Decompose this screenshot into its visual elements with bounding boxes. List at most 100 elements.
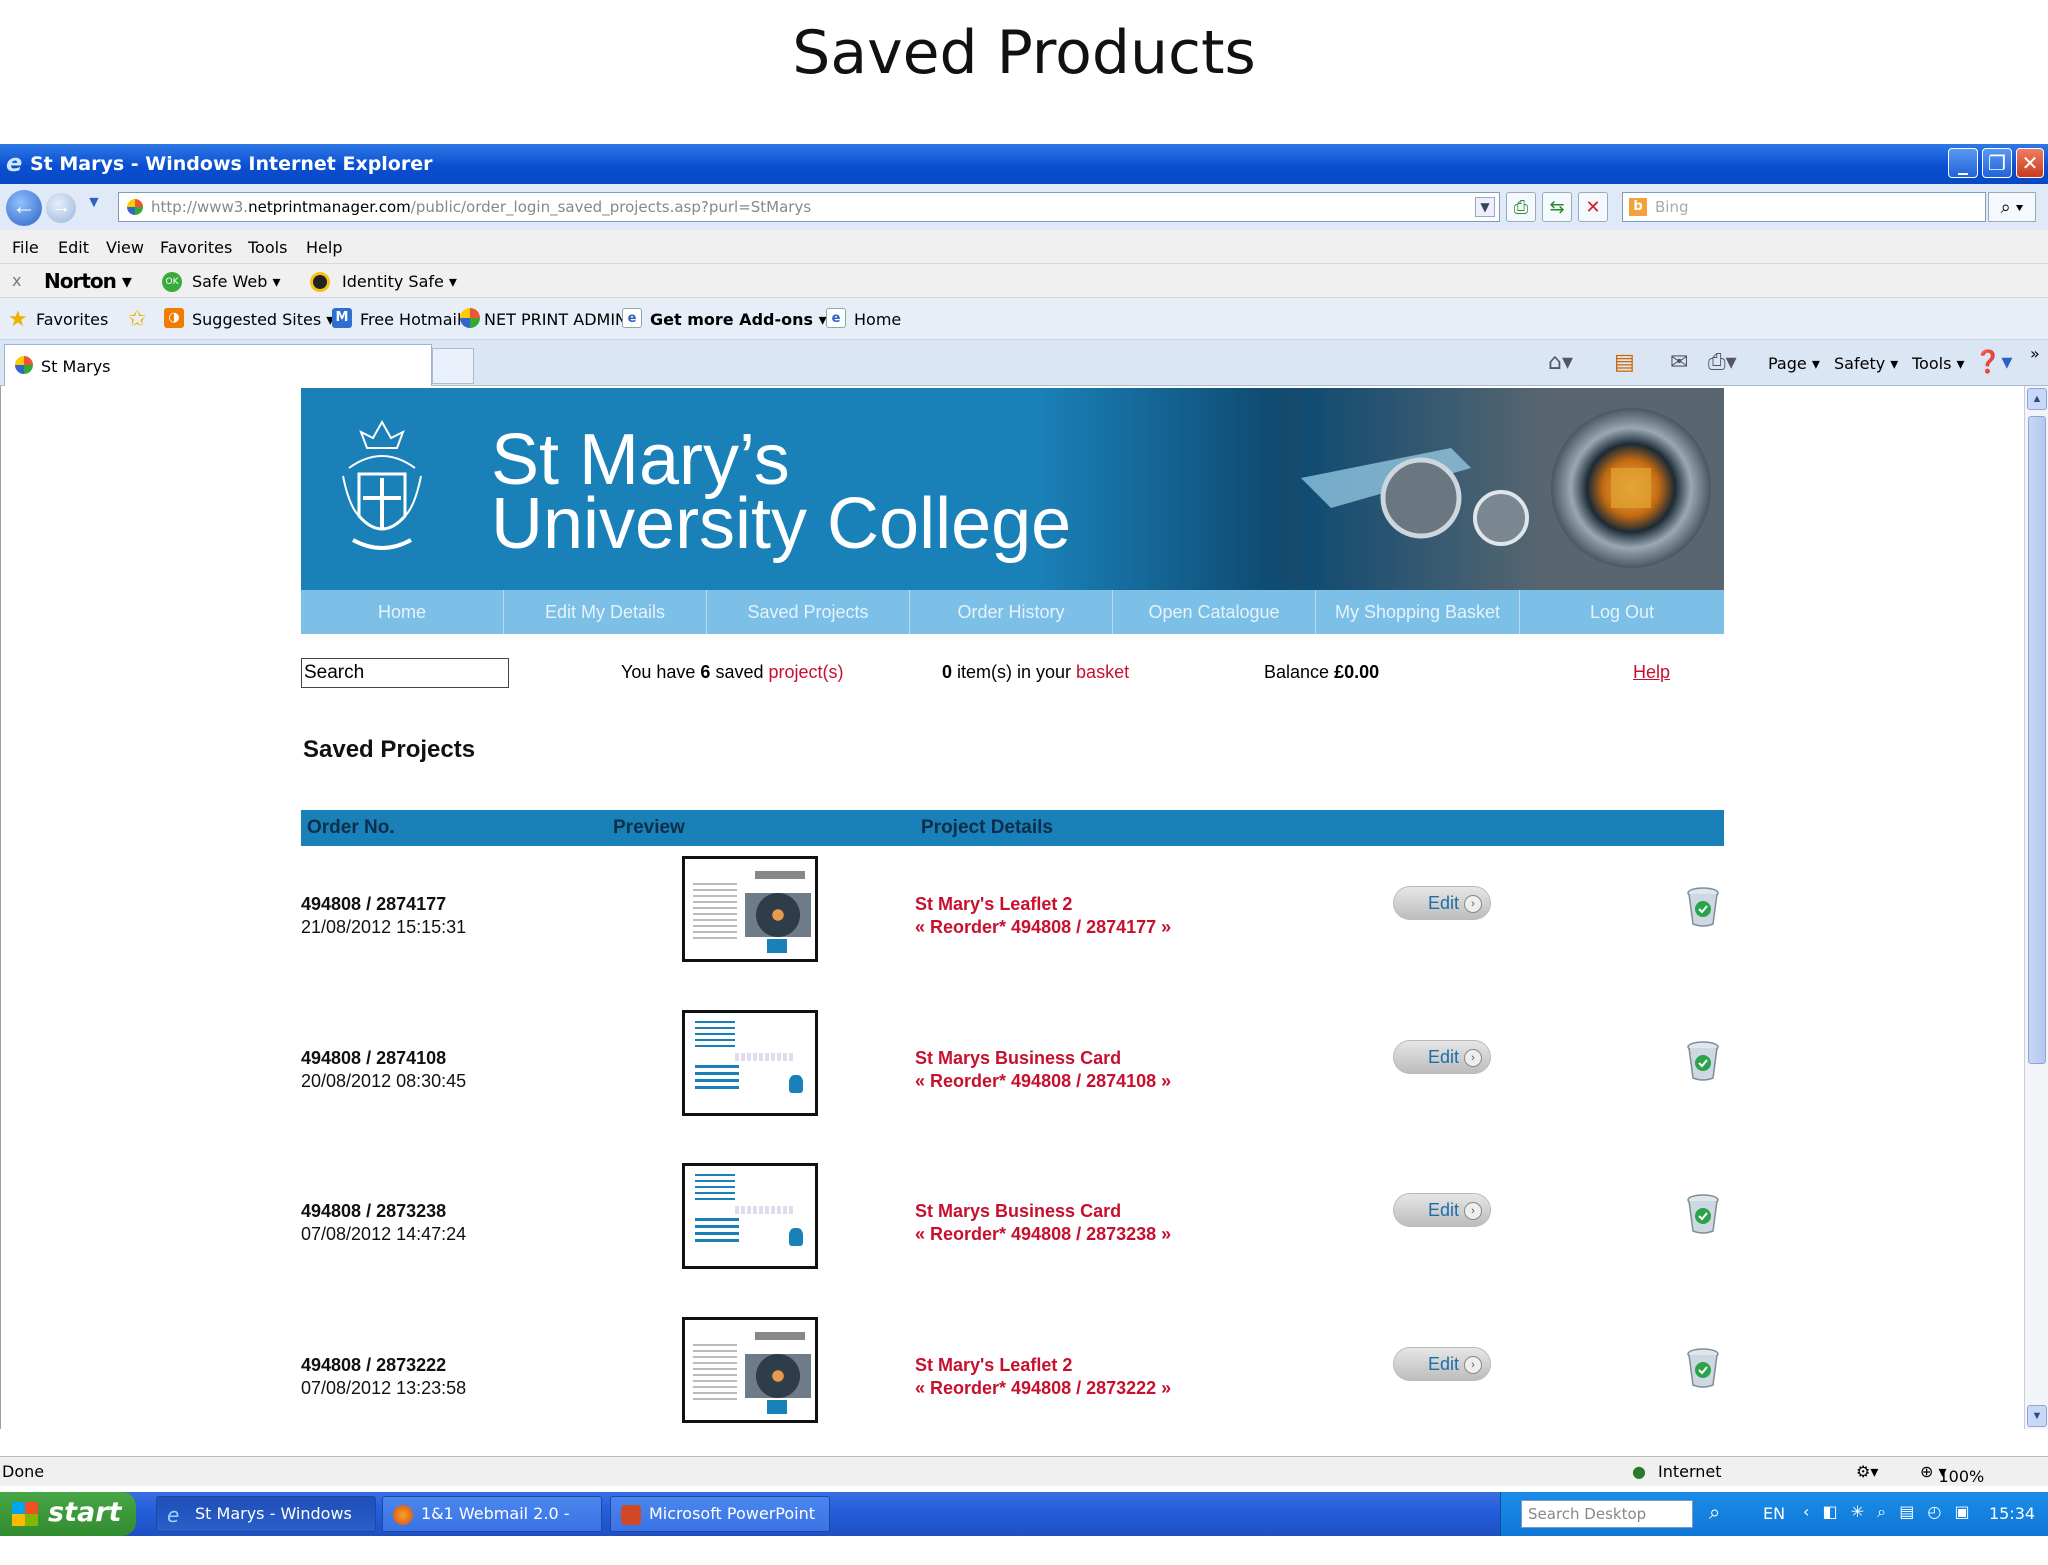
chevron-right-icon: › (1464, 1049, 1482, 1067)
reorder-link[interactable]: « Reorder* 494808 / 2874108 » (915, 1071, 1171, 1092)
compatibility-view-icon[interactable]: ⎙ (1506, 192, 1536, 222)
help-link[interactable]: Help (1633, 662, 1670, 683)
new-tab-button[interactable] (432, 348, 474, 384)
norton-brand: Norton (44, 269, 117, 293)
vertical-scrollbar[interactable]: ▲ ▼ (2024, 386, 2048, 1429)
nav-log-out[interactable]: Log Out (1520, 590, 1724, 634)
address-input[interactable]: http://www3.netprintmanager.com/public/o… (118, 192, 1500, 222)
language-indicator[interactable]: EN (1763, 1504, 1785, 1523)
menu-tools[interactable]: Tools (248, 238, 287, 257)
nav-order-history[interactable]: Order History (910, 590, 1113, 634)
back-button[interactable]: ← (6, 190, 42, 226)
read-mail-icon[interactable]: ✉ (1670, 350, 1688, 375)
bing-search-input[interactable]: b Bing (1622, 192, 1986, 222)
print-icon[interactable]: ⎙▾ (1708, 350, 1737, 375)
minimize-button[interactable]: _ (1948, 148, 1978, 178)
desktop-search-input[interactable]: Search Desktop (1521, 1500, 1693, 1528)
edit-button[interactable]: Edit › (1393, 886, 1491, 920)
task-ie-window[interactable]: e St Marys - Windows I... (156, 1496, 376, 1557)
norton-close-icon[interactable]: x (12, 271, 21, 290)
task-firefox-window[interactable]: 1&1 Webmail 2.0 - M... (382, 1496, 602, 1557)
col-preview: Preview (613, 817, 685, 838)
menu-view[interactable]: View (106, 238, 144, 257)
forward-button[interactable]: → (46, 193, 76, 223)
menu-help[interactable]: Help (306, 238, 342, 257)
project-name-link[interactable]: St Mary's Leaflet 2 (915, 894, 1072, 915)
nav-edit-my-details[interactable]: Edit My Details (504, 590, 707, 634)
refresh-icon[interactable]: ⇆ (1542, 192, 1572, 222)
safe-web-menu[interactable]: Safe Web ▾ (192, 272, 281, 291)
page-menu-label: Page (1768, 354, 1807, 373)
delete-bin-icon[interactable] (1685, 1040, 1721, 1082)
nav-home[interactable]: Home (301, 590, 504, 634)
menu-edit[interactable]: Edit (58, 238, 89, 257)
nav-my-shopping-basket[interactable]: My Shopping Basket (1316, 590, 1520, 634)
address-dropdown-button[interactable]: ▼ (1475, 197, 1495, 217)
delete-bin-icon[interactable] (1685, 886, 1721, 928)
scroll-up-icon[interactable]: ▲ (2027, 388, 2047, 410)
menu-favorites[interactable]: Favorites (160, 238, 232, 257)
site-search-input[interactable]: Search (301, 658, 509, 688)
get-addons-link[interactable]: Get more Add-ons ▾ (650, 310, 827, 329)
close-window-button[interactable]: ✕ (2016, 148, 2044, 178)
hotmail-icon: M (332, 308, 352, 328)
reorder-link[interactable]: « Reorder* 494808 / 2873238 » (915, 1224, 1171, 1245)
project-name-link[interactable]: St Mary's Leaflet 2 (915, 1355, 1072, 1376)
tools-menu[interactable]: Tools ▾ (1912, 354, 1965, 373)
menu-bar: File Edit View Favorites Tools Help (0, 230, 2048, 264)
home-icon[interactable]: ⌂▾ (1548, 350, 1573, 375)
menu-file[interactable]: File (12, 238, 39, 257)
restore-button[interactable]: ❐ (1982, 148, 2012, 178)
suggested-sites-link[interactable]: Suggested Sites ▾ (192, 310, 334, 329)
page-menu[interactable]: Page ▾ (1768, 354, 1820, 373)
tray-icons[interactable]: ‹ ◧ ✳ ⌕ ▤ ◴ ▣ (1803, 1502, 1974, 1522)
safety-menu[interactable]: Safety ▾ (1834, 354, 1898, 373)
edit-button[interactable]: Edit › (1393, 1193, 1491, 1227)
project-name-link[interactable]: St Marys Business Card (915, 1201, 1121, 1222)
norton-menu[interactable]: Norton ▾ (44, 269, 132, 293)
delete-bin-icon[interactable] (1685, 1193, 1721, 1235)
scroll-down-icon[interactable]: ▼ (2027, 1405, 2047, 1427)
delete-bin-icon[interactable] (1685, 1347, 1721, 1389)
edit-button[interactable]: Edit › (1393, 1347, 1491, 1381)
suggested-sites-label: Suggested Sites (192, 310, 322, 329)
task-powerpoint-window[interactable]: Microsoft PowerPoint ... (610, 1496, 830, 1557)
help-icon[interactable]: ❓▾ (1974, 350, 2012, 375)
zoom-control[interactable]: ⊕ 100% ▾ (1920, 1462, 1984, 1486)
start-button[interactable]: start (0, 1492, 136, 1536)
recent-pages-dropdown[interactable]: ▼ (86, 194, 102, 212)
nav-saved-projects[interactable]: Saved Projects (707, 590, 910, 634)
project-name-link[interactable]: St Marys Business Card (915, 1048, 1121, 1069)
chevron-right-icon: › (1464, 895, 1482, 913)
zoom-level: 100% (1938, 1467, 1985, 1486)
desktop-search-icon[interactable]: ⌕ (1709, 1500, 1720, 1524)
stop-icon[interactable]: ✕ (1578, 192, 1608, 222)
project-preview-thumbnail[interactable] (682, 1317, 818, 1423)
edit-button[interactable]: Edit › (1393, 1040, 1491, 1074)
basket-link[interactable]: basket (1076, 662, 1129, 682)
free-hotmail-link[interactable]: Free Hotmail (360, 310, 461, 329)
identity-safe-menu[interactable]: Identity Safe ▾ (342, 272, 457, 291)
project-row: 494808 / 2874108 20/08/2012 08:30:45 St Ma… (301, 1010, 1724, 1120)
favorites-button[interactable]: Favorites (36, 310, 108, 329)
net-print-admin-link[interactable]: NET PRINT ADMIN (484, 310, 627, 329)
scrollbar-thumb[interactable] (2028, 416, 2046, 1064)
order-date: 20/08/2012 08:30:45 (301, 1071, 467, 1091)
saved-projects-link[interactable]: project(s) (768, 662, 843, 682)
chevron-right-icon: › (1464, 1202, 1482, 1220)
protected-mode-icon[interactable]: ⚙▾ (1856, 1462, 1878, 1481)
project-preview-thumbnail[interactable] (682, 1010, 818, 1116)
project-preview-thumbnail[interactable] (682, 856, 818, 962)
window-titlebar[interactable]: e St Marys - Windows Internet Explorer _… (0, 144, 2048, 184)
home-link[interactable]: Home (854, 310, 901, 329)
nav-open-catalogue[interactable]: Open Catalogue (1113, 590, 1316, 634)
chevron-more-icon[interactable]: » (2030, 344, 2040, 363)
edit-label: Edit (1428, 1200, 1460, 1220)
feeds-icon[interactable]: ▤ (1614, 350, 1635, 375)
reorder-link[interactable]: « Reorder* 494808 / 2873222 » (915, 1378, 1171, 1399)
add-favorite-icon[interactable]: ✩ (128, 307, 146, 332)
project-preview-thumbnail[interactable] (682, 1163, 818, 1269)
search-go-button[interactable]: ⌕ ▾ (1988, 192, 2036, 222)
tab-st-marys[interactable]: St Marys (4, 344, 432, 386)
reorder-link[interactable]: « Reorder* 494808 / 2874177 » (915, 917, 1171, 938)
